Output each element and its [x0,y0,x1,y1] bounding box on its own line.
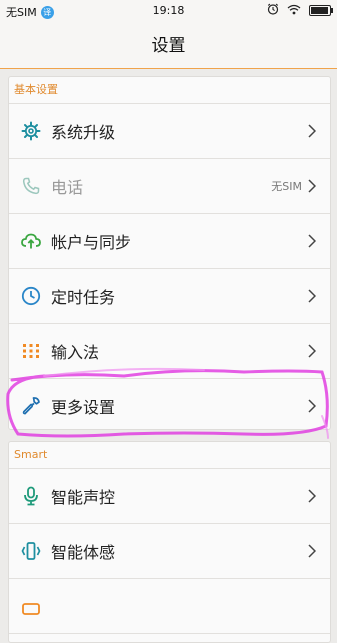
chevron-right-icon [308,544,318,558]
wifi-icon [287,4,301,18]
keyboard-icon [21,341,41,361]
battery-fill [311,7,328,14]
settings-item-input-method[interactable]: 输入法 [9,324,330,379]
settings-item-label: 帐户与同步 [51,233,132,252]
microphone-icon [21,486,41,506]
section-header-basic: 基本设置 [9,77,330,104]
section-header-smart: Smart [9,442,330,469]
settings-item-label: 智能体感 [51,543,116,562]
partial-icon [21,596,41,616]
chevron-right-icon [308,344,318,358]
settings-item-label: 电话 [51,178,84,197]
settings-item-motion-sensing[interactable]: 智能体感 [9,524,330,579]
alarm-icon [267,3,279,18]
settings-item-partial[interactable] [9,579,330,634]
settings-item-label: 系统升级 [51,123,116,142]
clock-icon [21,286,41,306]
phone-icon [21,176,41,196]
gear-icon [21,121,41,141]
chevron-right-icon [308,234,318,248]
settings-item-account-sync[interactable]: 帐户与同步 [9,214,330,269]
settings-item-value: 无SIM [271,180,302,193]
smart-settings-card: Smart 智能声控 智能体感 [8,441,331,643]
settings-item-phone[interactable]: 电话 无SIM [9,159,330,214]
chevron-right-icon [308,179,318,193]
settings-item-label: 定时任务 [51,288,116,307]
cloud-sync-icon [21,231,41,251]
battery-icon [309,5,333,16]
chevron-right-icon [308,489,318,503]
settings-item-label: 智能声控 [51,488,116,507]
settings-item-scheduled-tasks[interactable]: 定时任务 [9,269,330,324]
settings-item-label: 输入法 [51,343,100,362]
settings-item-more-settings[interactable]: 更多设置 [9,379,330,429]
motion-icon [21,541,41,561]
settings-item-label: 更多设置 [51,398,116,417]
chevron-right-icon [308,289,318,303]
chevron-right-icon [308,399,318,413]
settings-item-voice-control[interactable]: 智能声控 [9,469,330,524]
wrench-icon [21,396,41,416]
settings-item-system-update[interactable]: 系统升级 [9,104,330,159]
status-bar: 无SIM 译 19:18 [0,0,337,24]
status-right [267,3,333,18]
chevron-right-icon [308,124,318,138]
basic-settings-card: 基本设置 系统升级 电话 无SIM 帐户与同步 定时任务 输入法 更多设置 [8,76,331,430]
page-title: 设置 [0,24,337,69]
